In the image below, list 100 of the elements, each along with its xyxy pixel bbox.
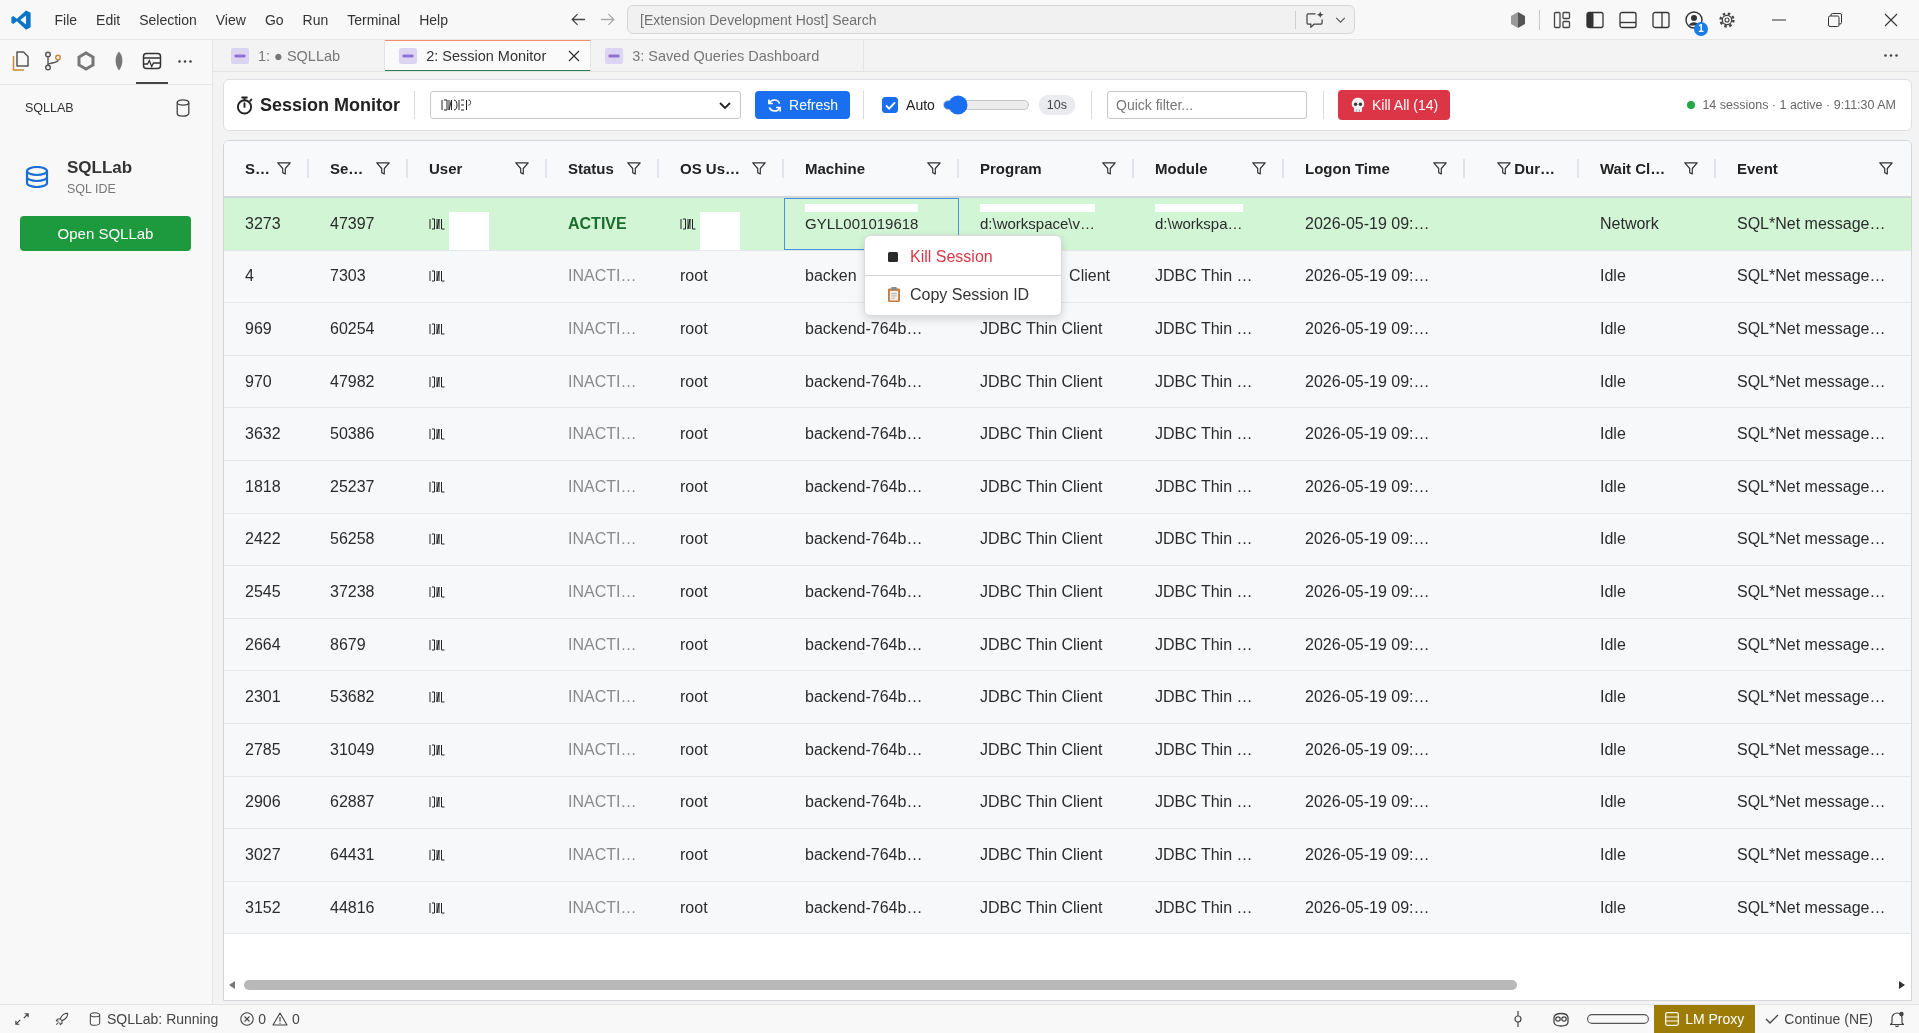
table-row[interactable]: 2664 8679 INACTI… root backend-764b… JDBC Thin Client JDBC Thin … 2026-05-19 09:… Idle SQL*Net message… xyxy=(224,618,1911,672)
close-icon[interactable] xyxy=(568,50,581,62)
table-row[interactable]: 2301 53682 INACTI… root backend-764b… JDBC Thin Client JDBC Thin … 2026-05-19 09:… Idle SQL*Net message… xyxy=(224,671,1911,724)
table-row[interactable]: 1818 25237 INACTI… root backend-764b… JDBC Thin Client JDBC Thin … 2026-05-19 09:… Idle SQL*Net message… xyxy=(224,460,1911,514)
editor-tab[interactable]: 1: ● SQLLab xyxy=(217,40,386,71)
file-tile-icon xyxy=(231,47,249,64)
table-row[interactable]: 3632 50386 INACTI… root backend-764b… JDBC Thin Client JDBC Thin … 2026-05-19 09:… Idle SQL*Net message… xyxy=(224,408,1911,461)
restore-icon[interactable] xyxy=(1828,12,1842,27)
menu-item[interactable]: Go xyxy=(255,7,294,32)
menu-item[interactable]: Terminal xyxy=(337,7,410,32)
table-row[interactable]: 970 47982 INACTI… root backend-764b… JDBC Thin Client JDBC Thin … 2026-05-19 09:… Idle SQL*Net message… xyxy=(224,355,1911,409)
menu-item[interactable]: Run xyxy=(293,7,338,32)
lm-proxy-item[interactable]: LM Proxy xyxy=(1654,1005,1756,1033)
menu-item[interactable]: Selection xyxy=(129,7,207,32)
scroll-left-icon[interactable] xyxy=(229,981,235,989)
menu-item[interactable]: View xyxy=(206,7,256,32)
column-header[interactable]: Wait Cl… xyxy=(1600,160,1666,177)
problems-item[interactable]: 0 0 xyxy=(240,1011,300,1027)
column-header[interactable]: Event xyxy=(1737,160,1778,177)
column-header[interactable]: Machine xyxy=(805,160,865,177)
column-header[interactable]: Module xyxy=(1155,160,1208,177)
layout-icon[interactable] xyxy=(1552,10,1571,29)
quick-filter-field[interactable]: Quick filter... xyxy=(1107,91,1307,119)
open-button[interactable]: Open SQLLab xyxy=(20,216,191,251)
filter-icon[interactable] xyxy=(927,162,941,175)
filter-icon[interactable] xyxy=(1497,162,1512,175)
menu-item[interactable]: File xyxy=(45,7,87,32)
chevron-down-icon[interactable] xyxy=(719,101,731,109)
kill-all-button[interactable]: Kill All (14) xyxy=(1338,90,1451,120)
cube-icon[interactable] xyxy=(1508,10,1527,29)
table-row[interactable]: 2785 31049 INACTI… root backend-764b… JDBC Thin Client JDBC Thin … 2026-05-19 09:… Idle SQL*Net message… xyxy=(224,723,1911,777)
editor-tab[interactable]: 3: Saved Queries Dashboard xyxy=(591,40,865,71)
minimize-icon[interactable] xyxy=(1772,18,1786,21)
database-icon[interactable] xyxy=(176,98,190,117)
column-header[interactable]: Dur… xyxy=(1514,160,1555,177)
filter-icon[interactable] xyxy=(1252,162,1266,175)
scroll-right-icon[interactable] xyxy=(1899,981,1905,989)
table-row[interactable]: 2906 62887 INACTI… root backend-764b… JDBC Thin Client JDBC Thin … 2026-05-19 09:… Idle SQL*Net message… xyxy=(224,776,1911,830)
branch-icon[interactable] xyxy=(43,51,63,71)
filter-icon[interactable] xyxy=(1102,162,1116,175)
pin-icon[interactable] xyxy=(1513,1011,1524,1027)
column-header[interactable]: User xyxy=(429,160,463,177)
table-row[interactable]: 2422 56258 INACTI… root backend-764b… JDBC Thin Client JDBC Thin … 2026-05-19 09:… Idle SQL*Net message… xyxy=(224,513,1911,567)
continue-item[interactable]: Continue (NE) xyxy=(1765,1011,1873,1027)
search-box[interactable]: [Extension Development Host] Search xyxy=(627,5,1355,34)
table-row[interactable]: 3152 44816 INACTI… root backend-764b… JDBC Thin Client JDBC Thin … 2026-05-19 09:… Idle SQL*Net message… xyxy=(224,881,1911,935)
column-header[interactable]: Status xyxy=(568,160,614,177)
column-header[interactable]: Logon Time xyxy=(1305,160,1390,177)
goggles-icon[interactable] xyxy=(1552,1011,1571,1027)
bell-icon[interactable] xyxy=(1889,1011,1905,1027)
filter-icon[interactable] xyxy=(1879,162,1893,175)
auto-refresh-checkbox[interactable] xyxy=(882,97,899,113)
app-logo-icon[interactable] xyxy=(10,8,32,31)
column-header[interactable]: Se… xyxy=(330,160,364,177)
scrollbar-thumb[interactable] xyxy=(244,980,1517,990)
table-row[interactable]: 969 60254 INACTI… root backend-764b… JDBC Thin Client JDBC Thin … 2026-05-19 09:… Idle SQL*Net message… xyxy=(224,303,1911,356)
files-icon[interactable] xyxy=(10,51,30,71)
filter-icon[interactable] xyxy=(376,162,390,175)
filter-icon[interactable] xyxy=(627,162,641,175)
editor-tab[interactable]: 2: Session Monitor xyxy=(385,40,592,71)
sidebar-left-icon[interactable] xyxy=(1585,10,1604,29)
more-actions-icon[interactable] xyxy=(1884,54,1898,57)
slider-thumb[interactable] xyxy=(948,95,968,115)
menu-item[interactable]: Edit xyxy=(86,7,130,32)
table-cell: backen xyxy=(805,267,857,286)
back-arrow-icon[interactable] xyxy=(571,13,586,26)
table-cell: JDBC Thin Client xyxy=(980,372,1103,391)
column-header[interactable]: S… xyxy=(245,160,270,177)
column-header[interactable]: OS Us… xyxy=(680,160,740,177)
table-cell: INACTI… xyxy=(568,898,637,917)
menu-item[interactable]: Help xyxy=(409,7,458,32)
table-cell: Idle xyxy=(1600,267,1626,286)
focused-cell[interactable]: GYLL001019618 xyxy=(784,198,959,250)
panel-bottom-icon[interactable] xyxy=(1618,10,1637,29)
rocket-icon[interactable] xyxy=(55,1012,69,1026)
remote-icon[interactable] xyxy=(15,1012,29,1026)
close-icon[interactable] xyxy=(1884,12,1898,27)
table-cell: 970 xyxy=(245,372,272,391)
hexagon-icon[interactable] xyxy=(76,51,96,71)
filter-icon[interactable] xyxy=(515,162,529,175)
chat-sparkle-icon[interactable] xyxy=(1306,11,1325,28)
refresh-button[interactable]: Refresh xyxy=(755,91,851,119)
filter-icon[interactable] xyxy=(752,162,766,175)
search-field[interactable]: [Extension Development Host] Search xyxy=(640,9,1295,30)
table-cell: 3632 xyxy=(245,425,281,444)
filter-icon[interactable] xyxy=(1684,162,1698,175)
table-row[interactable]: 2545 37238 INACTI… root backend-764b… JDBC Thin Client JDBC Thin … 2026-05-19 09:… Idle SQL*Net message… xyxy=(224,566,1911,619)
more-icon[interactable] xyxy=(178,59,192,63)
table-cell: 2026-05-19 09:… xyxy=(1305,530,1430,549)
table-row[interactable]: 3273 47397 ACTIVE GYLL001019618 d:\workspace\v… d:\workspa… 2026-05-19 09:… Network SQL*Net message… xyxy=(224,198,1911,251)
leaf-icon[interactable] xyxy=(113,51,125,71)
settings-icon[interactable] xyxy=(1717,10,1736,29)
column-header[interactable]: Program xyxy=(980,160,1042,177)
filter-icon[interactable] xyxy=(277,162,291,175)
monitor-icon[interactable] xyxy=(142,51,162,71)
table-cell: backend-764b… xyxy=(805,530,923,549)
extension-status-item[interactable]: SQLLab: Running xyxy=(88,1011,219,1027)
filter-icon[interactable] xyxy=(1433,162,1447,175)
sidebar-right-icon[interactable] xyxy=(1651,10,1670,29)
table-row[interactable]: 3027 64431 INACTI… root backend-764b… JDBC Thin Client JDBC Thin … 2026-05-19 09:… Idle SQL*Net message… xyxy=(224,829,1911,882)
